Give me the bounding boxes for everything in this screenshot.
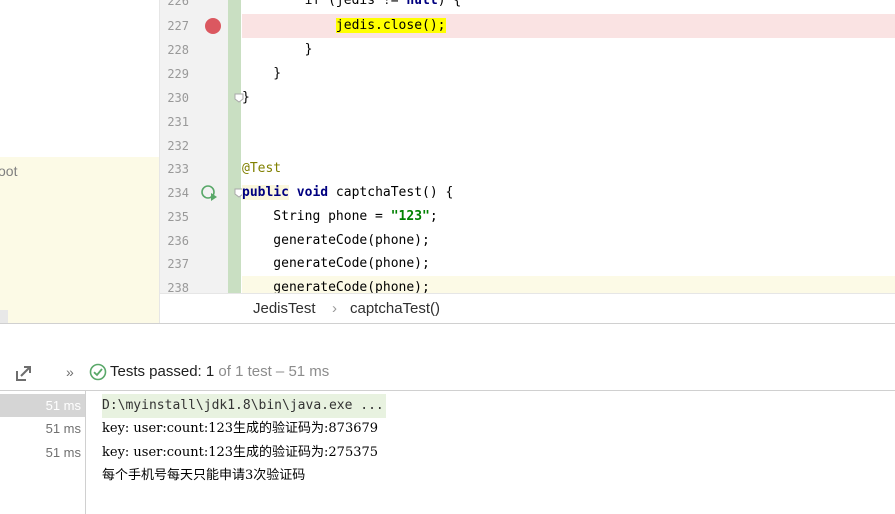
line-number[interactable]: 229 bbox=[160, 62, 189, 86]
export-icon[interactable] bbox=[14, 363, 34, 383]
breadcrumb: JedisTest › captchaTest() bbox=[160, 293, 895, 323]
code-text[interactable]: if (jedis != null) { bbox=[242, 0, 462, 13]
more-tools-button[interactable]: » bbox=[66, 364, 74, 380]
code-text[interactable]: } bbox=[242, 62, 281, 86]
status-count: 1 bbox=[205, 363, 215, 380]
code-token: } bbox=[242, 42, 313, 57]
code-text[interactable]: } bbox=[242, 86, 250, 110]
code-editor[interactable]: 226 if (jedis != null) {227 jedis.close(… bbox=[160, 0, 895, 293]
line-number[interactable]: 237 bbox=[160, 252, 189, 276]
line-number[interactable]: 234 bbox=[160, 181, 189, 205]
code-token: ; bbox=[429, 209, 438, 224]
console-line: 每个手机号每天只能申请3次验证码 bbox=[102, 468, 306, 483]
code-line[interactable]: 226 if (jedis != null) { bbox=[160, 0, 895, 13]
code-token: } bbox=[242, 66, 282, 81]
project-scrollbar[interactable] bbox=[0, 310, 8, 323]
code-text[interactable]: generateCode(phone); bbox=[242, 276, 430, 293]
test-results-tree: 51 ms 51 ms 51 ms bbox=[0, 391, 86, 514]
line-number[interactable]: 231 bbox=[160, 110, 189, 134]
test-passed-icon bbox=[89, 363, 107, 381]
run-test-icon[interactable] bbox=[200, 184, 218, 202]
console-line: key: user:count:123生成的验证码为:275375 bbox=[102, 445, 379, 460]
code-line[interactable]: 229 } bbox=[160, 62, 895, 86]
breadcrumb-method[interactable]: captchaTest() bbox=[350, 300, 440, 317]
code-token: void bbox=[296, 185, 329, 200]
line-number[interactable]: 233 bbox=[160, 157, 189, 181]
code-line[interactable]: 234 public void captchaTest() { bbox=[160, 181, 895, 205]
code-token: @Test bbox=[242, 161, 282, 176]
code-text[interactable]: @Test bbox=[242, 157, 281, 181]
code-token: null bbox=[406, 0, 438, 8]
line-number[interactable]: 236 bbox=[160, 229, 189, 253]
code-token: captchaTest() { bbox=[328, 185, 454, 200]
line-number[interactable]: 228 bbox=[160, 38, 189, 62]
code-token: jedis.close(); bbox=[335, 18, 446, 33]
code-line[interactable]: 233 @Test bbox=[160, 157, 895, 181]
code-text[interactable]: public void captchaTest() { bbox=[242, 181, 453, 205]
test-result-row[interactable]: 51 ms bbox=[0, 394, 85, 417]
code-token: } bbox=[242, 90, 250, 105]
code-token: generateCode(phone); bbox=[242, 233, 430, 248]
line-number[interactable]: 235 bbox=[160, 205, 189, 229]
console-command-line[interactable]: D:\myinstall\jdk1.8\bin\java.exe ... bbox=[102, 394, 386, 418]
code-line[interactable]: 236 generateCode(phone); bbox=[160, 229, 895, 253]
code-line[interactable]: 228 } bbox=[160, 38, 895, 62]
run-toolbar: » Tests passed: 1 of 1 test – 51 ms bbox=[0, 354, 895, 391]
code-token: if (jedis != bbox=[242, 0, 407, 8]
code-line[interactable]: 231 bbox=[160, 110, 895, 134]
code-line[interactable]: 238 generateCode(phone); bbox=[160, 276, 895, 293]
line-number[interactable]: 227 bbox=[160, 14, 189, 38]
code-line[interactable]: 235 String phone = "123"; bbox=[160, 205, 895, 229]
code-text[interactable]: } bbox=[242, 38, 313, 62]
code-text[interactable]: generateCode(phone); bbox=[242, 252, 430, 276]
code-token: ) { bbox=[437, 0, 462, 8]
console-line: key: user:count:123生成的验证码为:873679 bbox=[102, 421, 379, 436]
code-token: public bbox=[242, 185, 289, 200]
code-token: "123" bbox=[390, 209, 430, 224]
code-token: generateCode(phone); bbox=[242, 256, 430, 271]
panel-divider[interactable] bbox=[0, 323, 895, 324]
code-text[interactable]: String phone = "123"; bbox=[242, 205, 438, 229]
code-text[interactable]: jedis.close(); bbox=[242, 14, 446, 38]
code-line[interactable]: 227 jedis.close(); bbox=[160, 14, 895, 38]
code-line[interactable]: 232 bbox=[160, 134, 895, 158]
breakpoint-icon[interactable] bbox=[205, 18, 221, 34]
status-prefix: Tests passed: bbox=[110, 363, 206, 380]
test-status-text: Tests passed: 1 of 1 test – 51 ms bbox=[110, 363, 329, 380]
code-text[interactable]: generateCode(phone); bbox=[242, 229, 430, 253]
test-result-row[interactable]: 51 ms bbox=[0, 417, 85, 440]
status-suffix: of 1 test – 51 ms bbox=[214, 363, 330, 380]
breadcrumb-separator: › bbox=[332, 300, 337, 317]
console-output[interactable]: D:\myinstall\jdk1.8\bin\java.exe ... key… bbox=[86, 391, 895, 514]
line-number[interactable]: 232 bbox=[160, 134, 189, 158]
project-tree-item-label[interactable]: oot bbox=[0, 163, 17, 179]
test-result-row[interactable]: 51 ms bbox=[0, 441, 85, 464]
code-token: generateCode(phone); bbox=[242, 280, 430, 293]
line-number[interactable]: 230 bbox=[160, 86, 189, 110]
code-line[interactable]: 230} bbox=[160, 86, 895, 110]
project-tree-selected-row[interactable] bbox=[0, 157, 159, 323]
code-token: String phone = bbox=[242, 209, 391, 224]
line-number[interactable]: 238 bbox=[160, 276, 189, 293]
code-line[interactable]: 237 generateCode(phone); bbox=[160, 252, 895, 276]
line-number[interactable]: 226 bbox=[160, 0, 189, 13]
breadcrumb-class[interactable]: JedisTest bbox=[253, 300, 316, 317]
project-panel: oot bbox=[0, 0, 160, 323]
